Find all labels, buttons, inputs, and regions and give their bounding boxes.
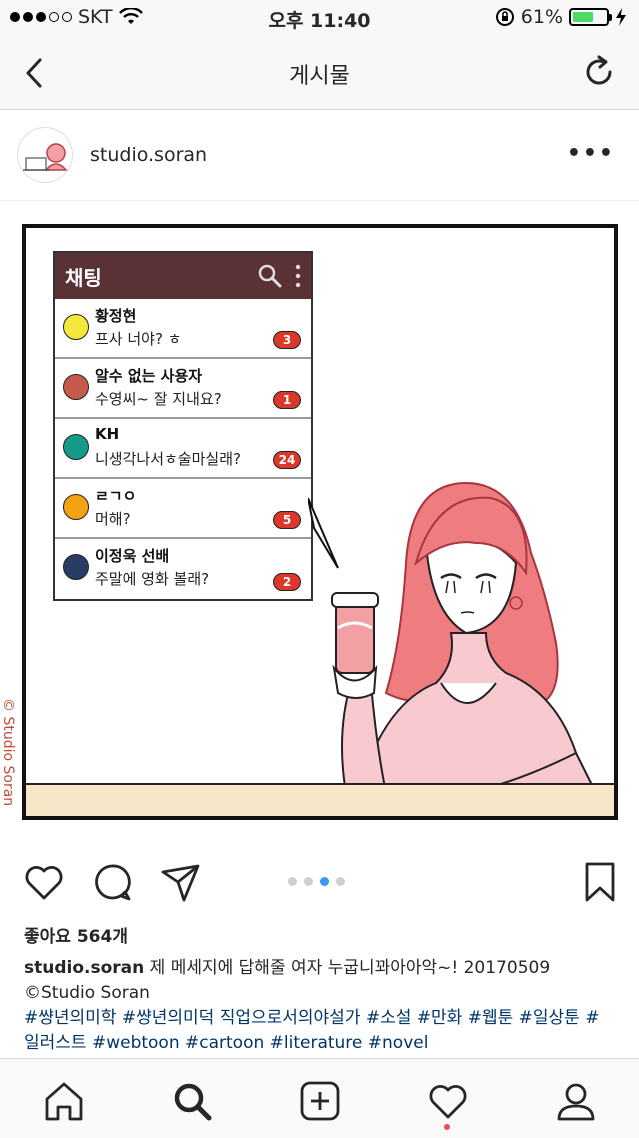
chat-row: 황정현프사 너야? ㅎ 3 — [55, 299, 311, 359]
carousel-dot — [304, 877, 313, 886]
like-count[interactable]: 좋아요 564개 — [24, 922, 128, 947]
chat-message: 주말에 영화 볼래? — [95, 570, 210, 588]
menu-dots-icon — [295, 264, 301, 288]
home-icon[interactable] — [42, 1079, 86, 1123]
chat-window-header: 채팅 — [55, 253, 311, 299]
chat-row: ㄹㄱㅇ 머해? 5 — [55, 479, 311, 539]
carousel-dot — [336, 877, 345, 886]
rotation-lock-icon — [495, 8, 514, 26]
post-actions — [0, 852, 639, 912]
search-icon — [258, 264, 282, 288]
carousel-dot — [288, 877, 297, 886]
chat-avatar-dot — [63, 374, 89, 400]
battery-icon — [569, 8, 612, 26]
chat-name: 이정욱 선배 — [95, 547, 170, 565]
chat-rows: 황정현프사 너야? ㅎ 3 알수 없는 사용자수영씨~ 잘 지내요? 1 KH 니생각나서… — [55, 299, 311, 599]
comic-panel: 채팅 황정현프사 너야? ㅎ 3 알수 없는 사용자수영씨~ 잘 지내요? 1 KH 니생… — [22, 224, 618, 820]
unread-badge: 24 — [273, 451, 301, 469]
unread-badge: 2 — [273, 573, 301, 591]
chat-message: 머해? — [95, 510, 131, 528]
chat-message: 니생각나서ㅎ술마실래? — [95, 450, 241, 468]
post-caption: studio.soran 제 메세지에 답해줄 여자 누굽니꽈아아악~! 201… — [24, 956, 614, 1056]
post-image[interactable]: © Studio Soran 채팅 황정현프사 너야? ㅎ 3 알수 없는 사용자수… — [0, 202, 639, 842]
like-heart-icon[interactable] — [22, 860, 66, 904]
chat-avatar-dot — [63, 434, 89, 460]
caption-username[interactable]: studio.soran — [24, 958, 144, 978]
unread-badge: 5 — [273, 511, 301, 529]
carousel-dot — [320, 877, 329, 886]
status-right: 61% — [495, 6, 627, 28]
page-title: 게시물 — [289, 64, 350, 89]
post-username[interactable]: studio.soran — [90, 144, 207, 166]
profile-icon[interactable] — [554, 1079, 598, 1123]
search-tab-icon[interactable] — [170, 1079, 214, 1123]
woman-illustration — [331, 481, 598, 816]
comment-icon[interactable] — [90, 860, 134, 904]
refresh-icon[interactable] — [581, 54, 617, 90]
tab-bar — [0, 1058, 639, 1138]
chat-avatar-dot — [63, 314, 89, 340]
battery-percent: 61% — [520, 6, 563, 28]
caption-copyright: ©Studio Soran — [24, 983, 150, 1003]
charging-icon — [616, 8, 626, 26]
post-header: studio.soran ••• — [0, 111, 639, 201]
chat-list-window: 채팅 황정현프사 너야? ㅎ 3 알수 없는 사용자수영씨~ 잘 지내요? 1 KH 니생… — [53, 251, 313, 601]
activity-heart-icon[interactable] — [426, 1079, 470, 1123]
chat-avatar-dot — [63, 554, 89, 580]
activity-notification-dot — [444, 1124, 450, 1130]
avatar-illustration — [23, 143, 68, 171]
chat-row: 알수 없는 사용자수영씨~ 잘 지내요? 1 — [55, 359, 311, 419]
bookmark-icon[interactable] — [578, 860, 622, 904]
more-options-icon[interactable]: ••• — [567, 141, 615, 166]
status-bar: SKT 오후 11:40 61% — [0, 0, 639, 36]
new-post-icon[interactable] — [298, 1079, 342, 1123]
share-direct-icon[interactable] — [158, 860, 202, 904]
chat-row: 이정욱 선배주말에 영화 볼래? 2 — [55, 539, 311, 599]
chat-name: ㄹㄱㅇ — [95, 487, 137, 505]
chat-message: 프사 너야? ㅎ — [95, 330, 182, 348]
watermark: © Studio Soran — [0, 698, 16, 807]
chat-message: 수영씨~ 잘 지내요? — [95, 390, 222, 408]
unread-badge: 1 — [273, 391, 301, 409]
chat-name: 알수 없는 사용자 — [95, 367, 203, 385]
chat-name: 황정현 — [95, 307, 137, 325]
caption-hashtags[interactable]: #썅년의미학 #썅년의미덕 직업으로서의야설가 #소설 #만화 #웹툰 #일상툰… — [24, 1008, 599, 1053]
caption-text: 제 메세지에 답해줄 여자 누굽니꽈아아악~! 20170509 — [144, 958, 551, 978]
carousel-indicator — [288, 877, 345, 886]
unread-badge: 3 — [273, 331, 301, 349]
table-surface — [26, 783, 614, 816]
avatar[interactable] — [17, 127, 73, 183]
chat-name: KH — [95, 425, 120, 443]
chat-window-title: 채팅 — [65, 265, 102, 290]
chat-avatar-dot — [63, 494, 89, 520]
nav-bar: 게시물 — [0, 36, 639, 110]
chat-row: KH 니생각나서ㅎ술마실래? 24 — [55, 419, 311, 479]
